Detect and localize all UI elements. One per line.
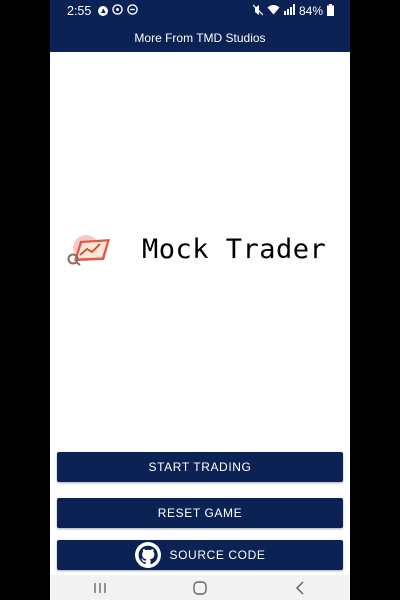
app-branding: Mock Trader [66,232,326,266]
arrow-icon: ▲ [98,6,109,16]
github-icon [134,542,161,568]
header-title[interactable]: More From TMD Studios [50,18,350,58]
source-code-label: SOURCE CODE [169,548,266,562]
start-trading-button[interactable]: START TRADING [57,452,343,482]
app-title: Mock Trader [142,233,327,265]
status-system-icons: 84% [252,3,334,19]
battery-percent: 84% [298,4,323,18]
wifi-icon [267,4,280,18]
start-trading-label: START TRADING [148,460,252,474]
source-code-button[interactable]: SOURCE CODE [57,540,343,570]
back-icon[interactable] [280,575,320,600]
reset-game-label: RESET GAME [157,506,243,520]
reset-game-button[interactable]: RESET GAME [57,498,343,528]
home-icon[interactable] [180,575,220,600]
minus-circle-icon [127,4,139,18]
mute-icon [252,4,264,19]
app-screen: 2:55 ▲ 84% More From TMD Studios Mock Tr… [50,0,350,600]
status-time: 2:55 [67,4,92,18]
header-bar[interactable]: More From TMD Studios [50,22,350,52]
whatsapp-icon [112,4,124,18]
recent-apps-icon[interactable] [80,575,120,600]
signal-icon [283,4,295,18]
system-nav-bar [50,575,350,600]
trader-logo-icon [67,235,110,266]
battery-icon [327,3,334,19]
status-notification-icons: ▲ [98,4,139,18]
